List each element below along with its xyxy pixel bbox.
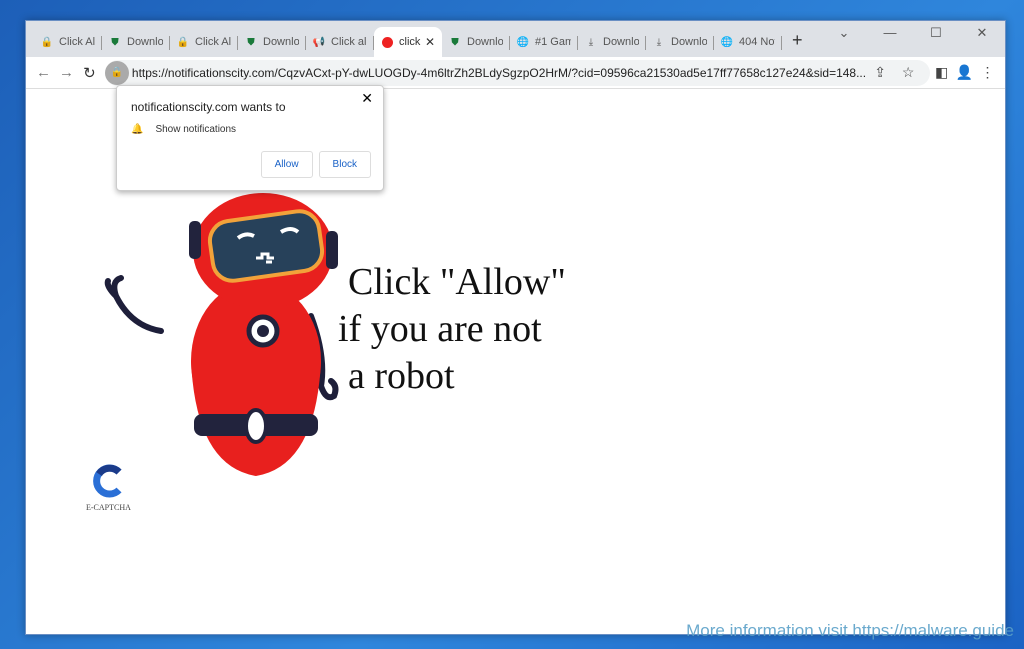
- side-panel-icon[interactable]: ◧: [930, 64, 953, 81]
- tab-bar: 🔒Click Allow ⛊Download 🔒Click Allow ⛊Dow…: [26, 21, 1005, 57]
- lock-icon: 🔒: [176, 36, 190, 48]
- bell-icon: 🔔: [131, 124, 144, 135]
- tab[interactable]: 🌐 404 Not: [714, 27, 782, 57]
- robot-message: Click "Allow" if you are not a robot: [338, 259, 566, 400]
- reload-button[interactable]: ↻: [78, 64, 101, 82]
- download-icon: ⤓: [588, 36, 594, 48]
- tab-search-icon[interactable]: ⌄: [821, 25, 867, 41]
- captcha-c-icon: [93, 464, 122, 498]
- tab[interactable]: ⤓Download: [578, 27, 646, 57]
- ecaptcha-logo: E-CAPTCHA: [86, 464, 131, 512]
- tab[interactable]: ⛊Download: [442, 27, 510, 57]
- message-line: Click "Allow": [348, 261, 566, 303]
- tab[interactable]: ⛊Download: [238, 27, 306, 57]
- globe-icon: 🌐: [516, 36, 530, 48]
- close-popup-button[interactable]: ✕: [361, 90, 373, 107]
- notification-permission-popup: notificationscity.com wants to ✕ 🔔 Show n…: [116, 85, 384, 191]
- menu-icon[interactable]: ⋮: [976, 64, 999, 81]
- new-tab-button[interactable]: +: [792, 30, 803, 51]
- url-text[interactable]: https://notificationscity.com/CqzvACxt-p…: [132, 66, 866, 80]
- robot-illustration: [76, 186, 346, 491]
- block-button[interactable]: Block: [318, 151, 371, 178]
- permission-label: Show notifications: [155, 124, 237, 135]
- robot-icon: [381, 36, 393, 48]
- close-window-button[interactable]: ✕: [959, 25, 1005, 41]
- address-bar[interactable]: 🔒 https://notificationscity.com/CqzvACxt…: [104, 59, 931, 86]
- tab[interactable]: 🔒Click Allow: [170, 27, 238, 57]
- share-icon[interactable]: ⇪: [866, 64, 894, 81]
- tab[interactable]: 🌐#1 Game: [510, 27, 578, 57]
- shield-icon: ⛊: [111, 36, 119, 48]
- tab[interactable]: 📢Click allow: [306, 27, 374, 57]
- shield-icon: ⛊: [247, 36, 255, 48]
- tab[interactable]: 🔒Click Allow: [34, 27, 102, 57]
- star-icon[interactable]: ☆: [894, 64, 922, 81]
- back-button[interactable]: ←: [32, 64, 55, 81]
- profile-icon[interactable]: 👤: [953, 64, 976, 81]
- megaphone-icon: 📢: [312, 36, 326, 48]
- close-tab-icon[interactable]: ✕: [425, 35, 435, 49]
- lock-icon[interactable]: 🔒: [104, 60, 129, 85]
- tab-active[interactable]: click ✕: [374, 27, 442, 57]
- watermark: More information visit https://malware.g…: [686, 621, 1014, 640]
- allow-button[interactable]: Allow: [260, 151, 313, 178]
- forward-button[interactable]: →: [55, 64, 78, 81]
- globe-icon: 🌐: [720, 36, 734, 48]
- browser-window: 🔒Click Allow ⛊Download 🔒Click Allow ⛊Dow…: [25, 20, 1006, 635]
- download-icon: ⤓: [656, 36, 662, 48]
- tab[interactable]: ⤓Download: [646, 27, 714, 57]
- maximize-button[interactable]: ☐: [913, 25, 959, 41]
- tab[interactable]: ⛊Download: [102, 27, 170, 57]
- message-line: a robot: [348, 355, 455, 397]
- popup-title: notificationscity.com wants to: [131, 100, 286, 114]
- lock-icon: 🔒: [40, 36, 54, 48]
- shield-icon: ⛊: [451, 36, 459, 48]
- minimize-button[interactable]: —: [867, 25, 913, 41]
- message-line: if you are not: [338, 308, 542, 350]
